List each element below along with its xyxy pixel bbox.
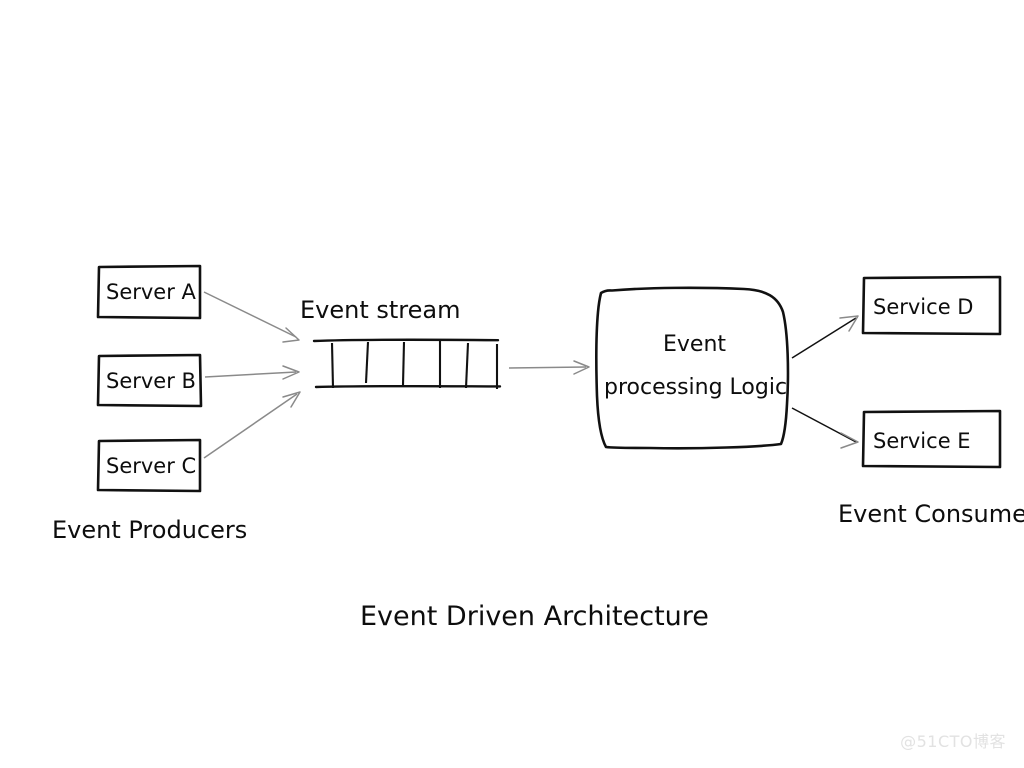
event-processing-blob-outline <box>595 286 790 450</box>
stream-divider-2 <box>364 341 370 384</box>
event-processing-blob: Event processing Logic <box>595 286 790 450</box>
event-processing-label-line2: processing Logic <box>604 375 787 400</box>
arrow-stream-to-processor <box>508 360 590 375</box>
stream-divider-1 <box>330 342 335 389</box>
server-c-label: Server C <box>106 454 196 478</box>
site-watermark: @51CTO博客 <box>900 732 1006 751</box>
server-b-label: Server B <box>106 369 196 393</box>
stream-divider-5 <box>464 342 470 389</box>
producer-box-server-a: Server A <box>96 264 202 320</box>
arrow-processor-to-service-d <box>791 317 857 359</box>
producer-arrows <box>203 291 301 459</box>
service-d-label: Service D <box>873 295 973 319</box>
event-consumers-group-label: Event Consumers <box>838 500 1024 528</box>
consumer-box-service-e: Service E <box>861 409 1002 469</box>
arrow-processor-to-service-e <box>791 407 857 443</box>
stream-top-rail <box>312 338 500 343</box>
stream-bottom-rail <box>314 384 502 389</box>
server-a-label: Server A <box>106 280 197 304</box>
event-producers-group-label: Event Producers <box>52 516 247 544</box>
arrow-server-c-head <box>282 391 301 408</box>
event-processing-label-line1: Event <box>663 332 726 357</box>
consumer-box-service-d: Service D <box>861 275 1002 336</box>
service-e-label: Service E <box>873 429 971 453</box>
arrow-stream-processor-line <box>508 366 587 369</box>
consumer-arrows <box>791 315 859 449</box>
arrow-server-b-to-stream <box>204 371 297 378</box>
diagram-canvas: Server A Server B Server C Event stream <box>52 264 1024 632</box>
diagram-title: Event Driven Architecture <box>360 601 709 632</box>
producer-box-server-b: Server B <box>96 353 203 408</box>
producer-box-server-c: Server C <box>96 438 202 493</box>
event-stream-label: Event stream <box>300 296 461 324</box>
arrow-server-c-to-stream <box>203 393 298 459</box>
event-stream: Event stream <box>300 296 502 389</box>
arrow-server-a-to-stream <box>203 291 297 338</box>
stream-divider-3 <box>401 341 406 386</box>
